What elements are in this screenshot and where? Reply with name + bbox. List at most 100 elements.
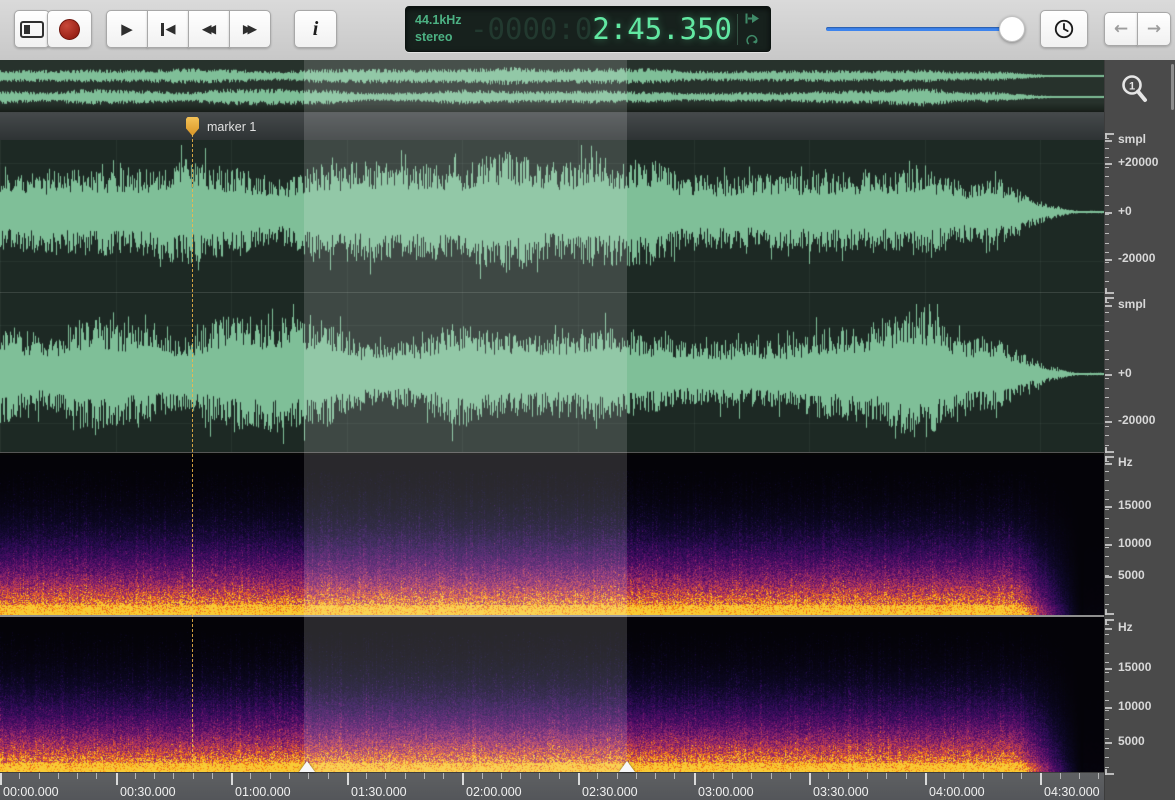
- scale-tick: [1105, 624, 1109, 625]
- back-button[interactable]: ←: [1104, 12, 1138, 46]
- selection-start-handle[interactable]: [299, 761, 315, 772]
- ruler-minor-tick: [193, 773, 194, 779]
- zoom-one-to-one-icon[interactable]: 1: [1120, 74, 1150, 106]
- zoom-slider-knob[interactable]: [999, 16, 1025, 42]
- ruler-minor-tick: [751, 773, 752, 779]
- selection-end-handle[interactable]: [619, 761, 635, 772]
- svg-text:1: 1: [1129, 81, 1135, 93]
- scale-tick: [1105, 738, 1109, 739]
- current-time: 2:45.350: [592, 12, 732, 46]
- ruler-minor-tick: [790, 773, 791, 779]
- ruler-minor-tick: [617, 773, 618, 779]
- scale-tick: [1105, 252, 1109, 253]
- scale-tick: [1105, 195, 1109, 196]
- spectrogram-channel-right-canvas[interactable]: [0, 617, 1104, 772]
- ruler-minor-tick: [212, 773, 213, 779]
- scale-tick: [1105, 435, 1109, 436]
- scale-tick: [1105, 233, 1109, 234]
- forward-button[interactable]: →: [1137, 12, 1171, 46]
- ruler-minor-tick: [848, 773, 849, 779]
- ruler-major-tick: [0, 773, 2, 785]
- scale-tick: [1105, 719, 1109, 720]
- scale-label-waveform_left: -20000: [1118, 251, 1156, 265]
- audio-editor-window: ▶ ◀ ◀◀ ▶▶ i 44.1kHz stereo -0000:02:45.3…: [0, 0, 1175, 800]
- ruler-minor-tick: [154, 773, 155, 779]
- scale-tick: [1105, 672, 1109, 673]
- ruler-label: 03:00.000: [698, 785, 754, 799]
- scale-tick: [1105, 288, 1107, 294]
- ruler-minor-tick: [867, 773, 868, 779]
- back-arrow-icon: ←: [1113, 19, 1129, 39]
- overview-strip[interactable]: [0, 60, 1104, 112]
- scrollbar-thumb[interactable]: [1171, 64, 1174, 110]
- skip-to-start-icon: [160, 22, 164, 36]
- fast-forward-button[interactable]: ▶▶: [229, 10, 271, 48]
- record-button[interactable]: [47, 10, 92, 48]
- ruler-minor-tick: [173, 773, 174, 779]
- marker-bar[interactable]: marker 1: [0, 112, 1104, 140]
- scale-tick: [1105, 691, 1109, 692]
- info-button[interactable]: i: [294, 10, 337, 48]
- scale-label-spectrogram_left: Hz: [1118, 455, 1133, 469]
- fast-forward-icon: ▶▶: [242, 20, 257, 36]
- info-icon: i: [312, 17, 319, 40]
- ruler-label: 04:30.000: [1044, 785, 1100, 799]
- ruler-minor-tick: [501, 773, 502, 779]
- ruler-minor-tick: [963, 773, 964, 779]
- waveform-channel-right-canvas[interactable]: [0, 293, 1104, 452]
- time-format-button[interactable]: [1040, 10, 1088, 48]
- ruler-label: 00:30.000: [120, 785, 176, 799]
- scale-tick: [1105, 604, 1109, 605]
- sidebar-toggle-button[interactable]: [14, 10, 50, 48]
- marker-position-line: [192, 134, 193, 772]
- scale-tick: [1105, 700, 1109, 701]
- zoom-slider[interactable]: [826, 10, 1026, 48]
- skip-to-start-button[interactable]: ◀: [147, 10, 189, 48]
- scale-tick: [1105, 537, 1109, 538]
- time-ruler[interactable]: 00:00.000 00:30.000 01:00.000 01:30.000 02:0…: [0, 772, 1104, 800]
- overview-waveform-canvas[interactable]: [0, 60, 1104, 112]
- scale-label-waveform_left: smpl: [1118, 132, 1147, 146]
- scale-tick: [1105, 509, 1109, 510]
- scale-tick: [1105, 186, 1109, 187]
- ruler-label: 04:00.000: [929, 785, 985, 799]
- rewind-button[interactable]: ◀◀: [188, 10, 230, 48]
- playhead-position-icon[interactable]: [745, 13, 760, 24]
- scale-tick: [1105, 140, 1112, 142]
- ruler-minor-tick: [405, 773, 406, 779]
- scale-label-waveform_left: +0: [1118, 204, 1132, 218]
- ruler-label: 02:00.000: [466, 785, 522, 799]
- play-icon: ▶: [121, 19, 133, 38]
- waveform-channel-left-canvas[interactable]: [0, 140, 1104, 293]
- ruler-minor-tick: [597, 773, 598, 779]
- ruler-major-tick: [1040, 773, 1042, 785]
- ruler-minor-tick: [270, 773, 271, 779]
- scale-tick: [1105, 388, 1109, 389]
- audio-format-info: 44.1kHz stereo: [415, 12, 462, 46]
- scale-tick: [1105, 281, 1109, 282]
- scale-tick: [1105, 312, 1109, 313]
- play-button[interactable]: ▶: [106, 10, 148, 48]
- scale-tick: [1105, 461, 1109, 462]
- scale-label-waveform_right: smpl: [1118, 297, 1147, 311]
- scale-tick: [1105, 340, 1109, 341]
- ruler-minor-tick: [1079, 773, 1080, 779]
- loop-icon[interactable]: [745, 33, 759, 47]
- zoom-slider-track[interactable]: [826, 27, 1016, 31]
- scale-tick: [1105, 205, 1109, 206]
- ruler-minor-tick: [732, 773, 733, 779]
- sample-rate: 44.1kHz: [415, 13, 462, 27]
- scale-tick: [1105, 585, 1109, 586]
- clock-icon: [1054, 19, 1074, 39]
- ruler-minor-tick: [674, 773, 675, 779]
- ruler-label: 01:00.000: [235, 785, 291, 799]
- scale-tick: [1105, 742, 1112, 744]
- ruler-minor-tick: [385, 773, 386, 779]
- rewind-icon: ◀◀: [201, 20, 216, 36]
- ruler-minor-tick: [559, 773, 560, 779]
- ruler-minor-tick: [655, 773, 656, 779]
- spectrogram-channel-left-canvas[interactable]: [0, 455, 1104, 615]
- ruler-major-tick: [925, 773, 927, 785]
- ruler-minor-tick: [1060, 773, 1061, 779]
- scale-tick: [1105, 321, 1109, 322]
